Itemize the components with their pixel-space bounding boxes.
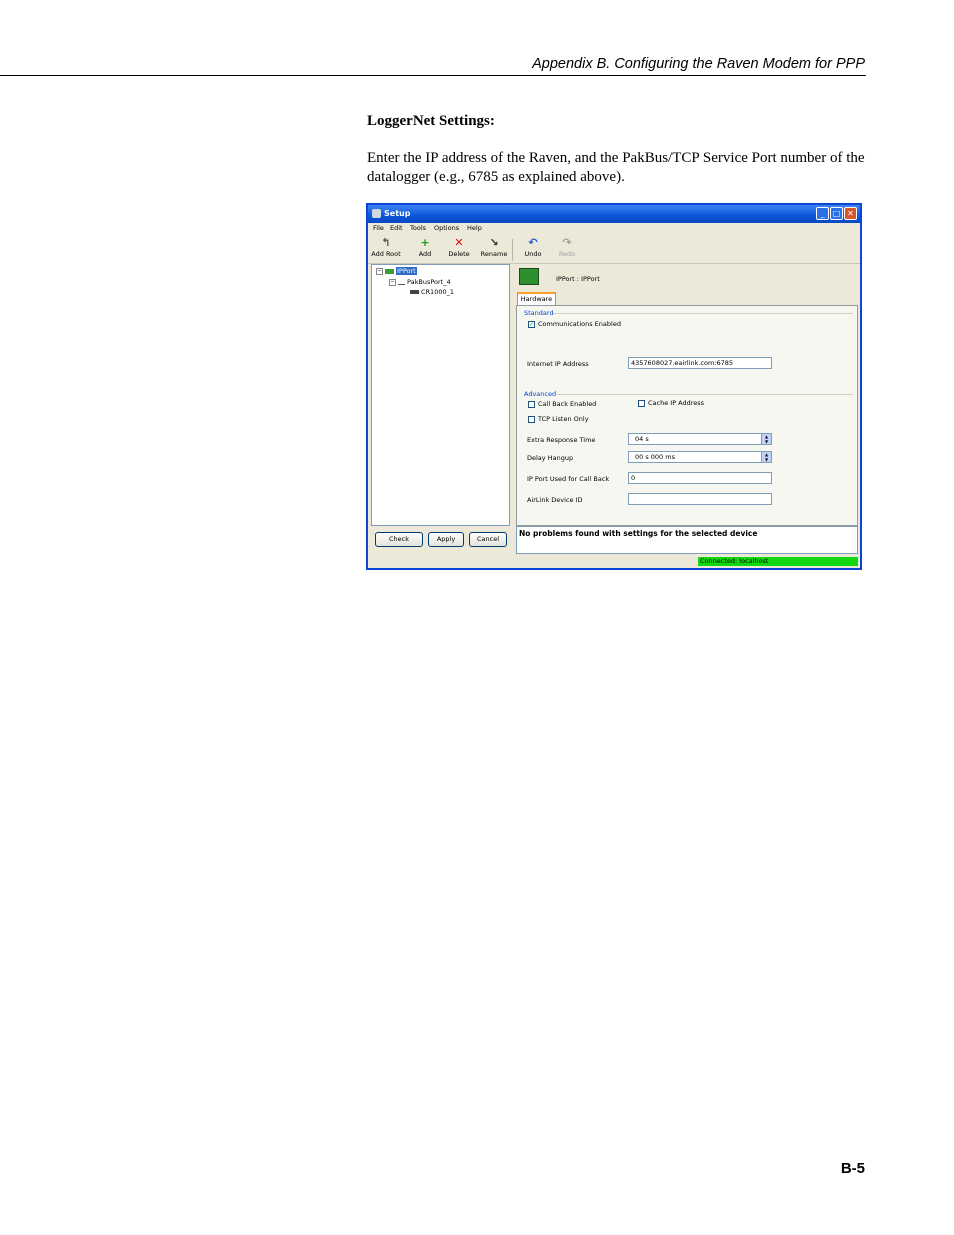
network-icon [385, 268, 394, 274]
body-paragraph: Enter the IP address of the Raven, and t… [367, 150, 865, 185]
group-divider [553, 313, 853, 314]
undo-icon: ↶ [528, 236, 538, 249]
spinner-arrows-icon[interactable]: ▲ ▼ [761, 452, 771, 462]
setup-window-screenshot: Setup _ □ ✕ File Edit Tools Options Help… [366, 203, 862, 570]
device-tree: − IPPort − PakBusPort_4 CR1000_1 [371, 264, 510, 526]
rename-icon: ↘ [489, 236, 499, 249]
delay-hangup-label: Delay Hangup [527, 454, 574, 462]
tcp-listen-label: TCP Listen Only [538, 415, 589, 423]
rename-button[interactable]: ↘ Rename [477, 237, 511, 261]
extra-response-field[interactable]: 04 s ▲ ▼ [628, 433, 772, 445]
menu-help[interactable]: Help [467, 224, 482, 232]
status-bar: Connected: localhost [368, 555, 860, 568]
airlink-id-field[interactable] [628, 493, 772, 505]
datalogger-icon [410, 290, 419, 294]
spinner-arrows-icon[interactable]: ▲ ▼ [761, 434, 771, 444]
menu-file[interactable]: File [373, 224, 384, 232]
toolbar-separator [512, 239, 513, 261]
delete-button[interactable]: ✕ Delete [442, 237, 476, 261]
menu-bar: File Edit Tools Options Help [368, 223, 860, 234]
menu-edit[interactable]: Edit [390, 224, 403, 232]
app-icon [372, 209, 381, 218]
page-number: B-5 [840, 1160, 865, 1177]
undo-button[interactable]: ↶ Undo [516, 237, 550, 261]
ip-port-callback-field[interactable]: 0 [628, 472, 772, 484]
comms-enabled-checkbox[interactable]: ✓ [528, 321, 535, 328]
connection-status: Connected: localhost [698, 557, 858, 566]
minimize-button[interactable]: _ [816, 207, 829, 220]
menu-tools[interactable]: Tools [410, 224, 426, 232]
group-divider [557, 394, 853, 395]
redo-button[interactable]: ↷ Redo [550, 237, 584, 261]
add-button[interactable]: + Add [408, 237, 442, 261]
window-title: Setup [384, 209, 411, 218]
device-settings-panel: IPPort : IPPort Hardware Standard ✓ Comm… [516, 264, 858, 526]
collapse-icon[interactable]: − [376, 267, 383, 275]
standard-group-label: Standard [524, 309, 554, 317]
hardware-tab-body: Standard ✓ Communications Enabled Intern… [516, 305, 858, 526]
tree-item-ipport[interactable]: − IPPort [376, 267, 417, 275]
message-box: No problems found with settings for the … [516, 526, 858, 554]
device-name: IPPort : IPPort [556, 275, 600, 283]
header-rule [0, 75, 866, 76]
call-back-checkbox[interactable] [528, 401, 535, 408]
extra-response-label: Extra Response Time [527, 436, 596, 444]
tcp-listen-checkbox[interactable] [528, 416, 535, 423]
cache-ip-label: Cache IP Address [648, 399, 705, 407]
ip-address-field[interactable]: 4357608027.eairlink.com:6785 [628, 357, 772, 369]
comms-enabled-label: Communications Enabled [538, 320, 621, 328]
redo-icon: ↷ [562, 236, 572, 249]
device-header: IPPort : IPPort [516, 266, 858, 292]
menu-options[interactable]: Options [434, 224, 459, 232]
airlink-id-label: AirLink Device ID [527, 496, 583, 504]
cancel-button[interactable]: Cancel [469, 532, 507, 547]
advanced-group-label: Advanced [524, 390, 557, 398]
call-back-label: Call Back Enabled [538, 400, 597, 408]
action-buttons: Check Apply Cancel [371, 528, 510, 554]
tab-hardware[interactable]: Hardware [517, 292, 556, 305]
delay-hangup-field[interactable]: 00 s 000 ms ▲ ▼ [628, 451, 772, 463]
add-root-icon: ↰ [381, 236, 391, 249]
maximize-button[interactable]: □ [830, 207, 843, 220]
close-button[interactable]: ✕ [844, 207, 857, 220]
tree-item-pakbusport[interactable]: − PakBusPort_4 [389, 278, 451, 286]
section-title: LoggerNet Settings: [367, 113, 495, 129]
toolbar: ↰ Add Root + Add ✕ Delete ↘ Rename ↶ Und… [368, 235, 860, 264]
tree-item-cr1000[interactable]: CR1000_1 [410, 288, 454, 296]
apply-button[interactable]: Apply [428, 532, 464, 547]
add-root-button[interactable]: ↰ Add Root [369, 237, 403, 261]
ip-port-callback-label: IP Port Used for Call Back [527, 475, 610, 483]
validation-message: No problems found with settings for the … [519, 529, 758, 538]
cache-ip-checkbox[interactable] [638, 400, 645, 407]
ipport-device-icon [519, 268, 539, 285]
collapse-icon[interactable]: − [389, 278, 396, 286]
ip-address-label: Internet IP Address [527, 360, 589, 368]
plus-icon: + [420, 236, 430, 249]
check-button[interactable]: Check [375, 532, 423, 547]
title-bar: Setup _ □ ✕ [368, 205, 860, 223]
delete-x-icon: ✕ [454, 236, 464, 249]
pakbus-port-icon [398, 280, 405, 285]
header-text: Appendix B. Configuring the Raven Modem … [532, 56, 865, 72]
